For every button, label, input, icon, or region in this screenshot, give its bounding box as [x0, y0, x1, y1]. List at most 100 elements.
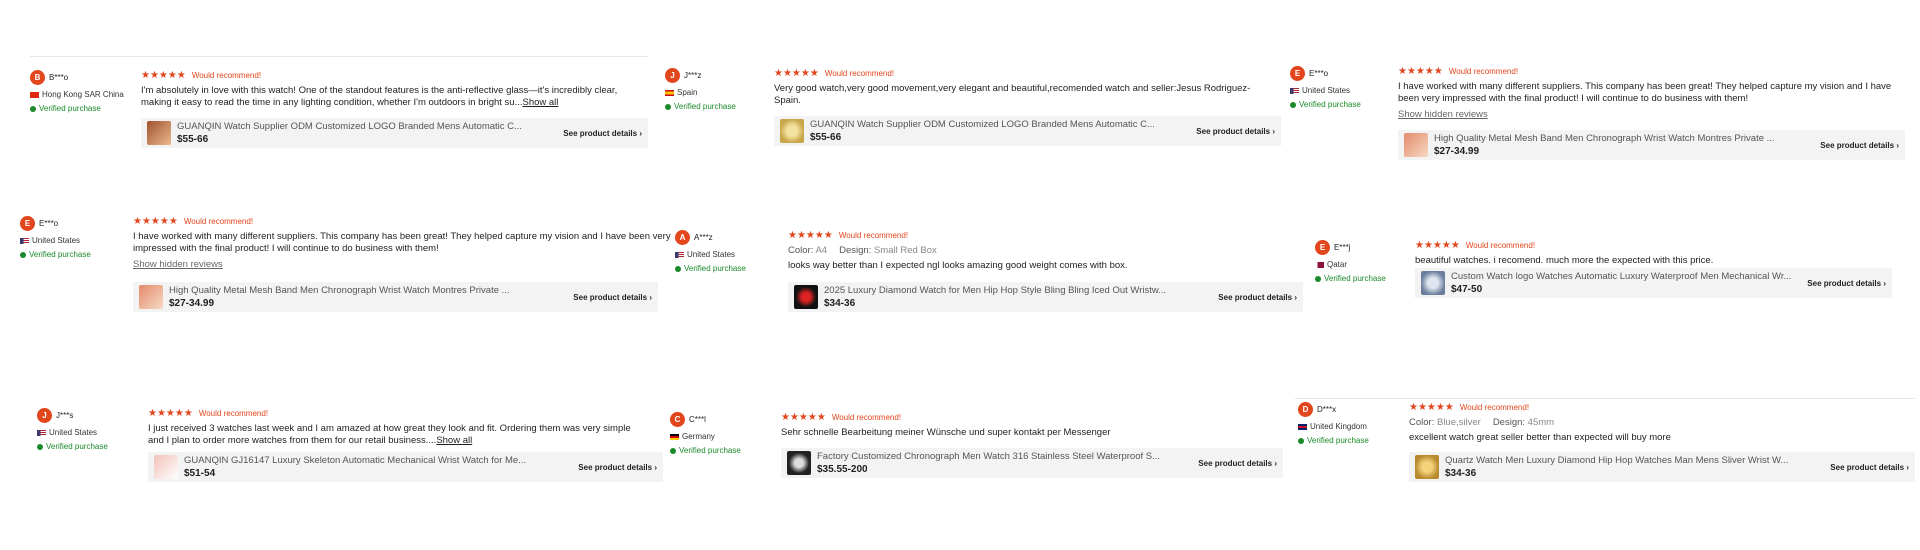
- product-title: 2025 Luxury Diamond Watch for Men Hip Ho…: [824, 285, 1167, 296]
- see-product-details-link[interactable]: See product details ›: [1807, 279, 1886, 288]
- product-thumbnail: [794, 285, 818, 309]
- reviewer-info: J J***s United States Verified purchase: [37, 408, 149, 451]
- product-thumbnail: [1421, 271, 1445, 295]
- verified-label: Verified purchase: [684, 264, 746, 273]
- review-card: E E***o United States Verified purchase …: [20, 216, 671, 316]
- see-details-label: See product details: [1820, 140, 1895, 150]
- color-label: Color:: [788, 245, 814, 256]
- product-price: $55-66: [177, 134, 209, 145]
- see-product-details-link[interactable]: See product details ›: [1218, 293, 1297, 302]
- reviewer-name: E***o: [39, 219, 59, 228]
- product-card[interactable]: High Quality Metal Mesh Band Men Chronog…: [1398, 130, 1905, 160]
- reviewer-name: E***o: [1309, 69, 1329, 78]
- reviewer-info: A A***z United States Verified purchase: [675, 230, 787, 273]
- review-divider: [1295, 398, 1915, 399]
- product-title: High Quality Metal Mesh Band Men Chronog…: [1434, 133, 1775, 144]
- show-all-link[interactable]: Show all: [523, 97, 559, 108]
- product-price: $34-36: [1445, 468, 1477, 479]
- see-product-details-link[interactable]: See product details ›: [1196, 127, 1275, 136]
- see-product-details-link[interactable]: See product details ›: [578, 463, 657, 472]
- flag-icon: [30, 91, 39, 98]
- show-hidden-reviews-link[interactable]: Show hidden reviews: [1398, 109, 1903, 120]
- star-rating-icon: ★★★★★: [141, 70, 186, 81]
- see-details-label: See product details: [578, 462, 653, 472]
- star-rating-icon: ★★★★★: [133, 216, 178, 227]
- chevron-right-icon: ›: [654, 462, 657, 472]
- verified-icon: [30, 105, 36, 112]
- avatar: J: [37, 408, 52, 423]
- see-product-details-link[interactable]: See product details ›: [1198, 459, 1277, 468]
- verified-label: Verified purchase: [39, 104, 101, 113]
- review-card: A A***z United States Verified purchase …: [675, 230, 1315, 330]
- reviewer-country: Qatar: [1327, 260, 1348, 269]
- star-rating-icon: ★★★★★: [788, 230, 833, 241]
- show-hidden-reviews-link[interactable]: Show hidden reviews: [133, 259, 678, 270]
- reviewer-name: B***o: [49, 73, 69, 82]
- recommend-label: Would recommend!: [1465, 241, 1536, 250]
- recommend-label: Would recommend!: [183, 217, 254, 226]
- recommend-label: Would recommend!: [831, 413, 902, 422]
- chevron-right-icon: ›: [1906, 462, 1909, 472]
- product-price: $35.55-200: [817, 464, 868, 475]
- product-card[interactable]: GUANQIN GJ16147 Luxury Skeleton Automati…: [148, 452, 663, 482]
- verified-label: Verified purchase: [29, 250, 91, 259]
- see-product-details-link[interactable]: See product details ›: [563, 129, 642, 138]
- verified-icon: [670, 447, 676, 454]
- product-card[interactable]: 2025 Luxury Diamond Watch for Men Hip Ho…: [788, 282, 1303, 312]
- chevron-right-icon: ›: [649, 292, 652, 302]
- reviewer-name: A***z: [694, 233, 713, 242]
- avatar: E: [1290, 66, 1305, 81]
- star-rating-icon: ★★★★★: [1415, 240, 1460, 251]
- product-thumbnail: [1415, 455, 1439, 479]
- see-details-label: See product details: [1196, 126, 1271, 136]
- product-card[interactable]: GUANQIN Watch Supplier ODM Customized LO…: [774, 116, 1281, 146]
- recommend-label: Would recommend!: [198, 409, 269, 418]
- flag-icon: [675, 251, 684, 258]
- review-text: I have worked with many different suppli…: [133, 231, 671, 254]
- reviewer-name: J***z: [684, 71, 702, 80]
- product-price: $51-54: [184, 468, 216, 479]
- reviewer-country: United States: [687, 250, 736, 259]
- reviewer-name: J***s: [56, 411, 74, 420]
- star-rating-icon: ★★★★★: [148, 408, 193, 419]
- recommend-label: Would recommend!: [838, 231, 909, 240]
- review-body: ★★★★★ Would recommend! I have worked with…: [1398, 66, 1903, 120]
- see-product-details-link[interactable]: See product details ›: [573, 293, 652, 302]
- product-price: $27-34.99: [1434, 146, 1480, 157]
- product-card[interactable]: GUANQIN Watch Supplier ODM Customized LO…: [141, 118, 648, 148]
- review-text: I'm absolutely in love with this watch! …: [141, 85, 641, 109]
- star-rating-icon: ★★★★★: [1409, 402, 1454, 413]
- product-thumbnail: [139, 285, 163, 309]
- reviewer-info: B B***o Hong Kong SAR China Verified pur…: [30, 70, 142, 113]
- review-divider: [30, 56, 648, 57]
- design-value: Small Red Box: [873, 245, 937, 256]
- see-product-details-link[interactable]: See product details ›: [1820, 141, 1899, 150]
- reviewer-info: E E***o United States Verified purchase: [1290, 66, 1402, 109]
- chevron-right-icon: ›: [1883, 278, 1886, 288]
- verified-icon: [20, 251, 26, 258]
- see-details-label: See product details: [1807, 278, 1882, 288]
- product-title: GUANQIN Watch Supplier ODM Customized LO…: [177, 121, 522, 132]
- see-details-label: See product details: [573, 292, 648, 302]
- chevron-right-icon: ›: [1272, 126, 1275, 136]
- review-body: ★★★★★ Would recommend! I'm absolutely in …: [141, 70, 641, 109]
- product-title: GUANQIN GJ16147 Luxury Skeleton Automati…: [184, 455, 527, 466]
- product-card[interactable]: High Quality Metal Mesh Band Men Chronog…: [133, 282, 658, 312]
- show-all-link[interactable]: Show all: [436, 435, 472, 446]
- see-product-details-link[interactable]: See product details ›: [1830, 463, 1909, 472]
- product-title: Custom Watch logo Watches Automatic Luxu…: [1451, 271, 1792, 282]
- review-body: ★★★★★ Would recommend! Sehr schnelle Bear…: [781, 412, 1281, 439]
- review-text: I just received 3 watches last week and …: [148, 423, 648, 447]
- review-body: ★★★★★ Would recommend! I just received 3 …: [148, 408, 648, 447]
- product-card[interactable]: Factory Customized Chronograph Men Watch…: [781, 448, 1283, 478]
- avatar: C: [670, 412, 685, 427]
- review-card: C C***l Germany Verified purchase ★★★★★ W…: [670, 412, 1290, 492]
- product-card[interactable]: Custom Watch logo Watches Automatic Luxu…: [1415, 268, 1892, 298]
- reviewer-info: E E***o United States Verified purchase: [20, 216, 132, 259]
- verified-label: Verified purchase: [679, 446, 741, 455]
- flag-icon: [37, 429, 46, 436]
- variant-info: Color: A4 Design: Small Red Box: [788, 245, 1313, 256]
- product-card[interactable]: Quartz Watch Men Luxury Diamond Hip Hop …: [1409, 452, 1915, 482]
- avatar: J: [665, 68, 680, 83]
- reviewer-info: D D***x United Kingdom Verified purchase: [1298, 402, 1410, 445]
